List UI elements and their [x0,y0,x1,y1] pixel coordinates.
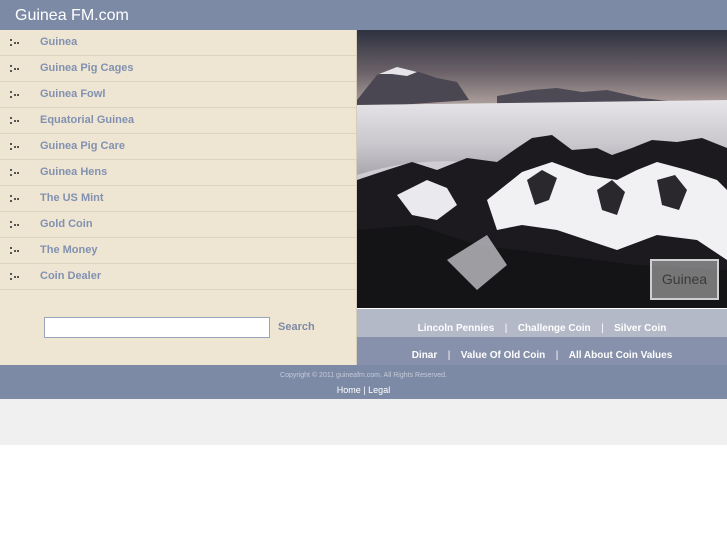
bullet-icon [10,246,20,256]
links-row-1: Lincoln Pennies | Challenge Coin | Silve… [357,309,727,337]
nav-item-guinea-pig-cages[interactable]: Guinea Pig Cages [0,56,356,82]
photo-caption-box[interactable]: Guinea [650,259,719,300]
sidebar: Guinea Guinea Pig Cages Guinea Fowl Equa… [0,30,357,365]
footer-separator: | [363,385,366,395]
footer-links: Home | Legal [0,385,727,395]
copyright-text: Copyright © 2011 guineafm.com. All Right… [280,372,447,379]
bullet-icon [10,272,20,282]
nav-item-the-us-mint[interactable]: The US Mint [0,186,356,212]
nav-item-equatorial-guinea[interactable]: Equatorial Guinea [0,108,356,134]
site-footer: Copyright © 2011 guineafm.com. All Right… [0,365,727,399]
link-lincoln-pennies[interactable]: Lincoln Pennies [418,323,495,334]
nav-item-gold-coin[interactable]: Gold Coin [0,212,356,238]
nav-item-label[interactable]: Guinea Pig Care [40,140,125,152]
bullet-icon [10,116,20,126]
links-row-2: Dinar | Value Of Old Coin | All About Co… [357,337,727,365]
nav-item-label[interactable]: The Money [40,244,97,256]
bullet-icon [10,90,20,100]
link-separator: | [504,323,508,334]
bullet-icon [10,168,20,178]
search-button[interactable]: Search [278,321,315,333]
link-separator: | [601,323,604,334]
link-challenge-coin[interactable]: Challenge Coin [518,323,591,334]
nav-item-label[interactable]: Guinea Hens [40,166,107,178]
nav-item-label[interactable]: Guinea Pig Cages [40,62,134,74]
search-input[interactable] [44,317,270,338]
nav-item-guinea[interactable]: Guinea [0,30,356,56]
nav-item-the-money[interactable]: The Money [0,238,356,264]
link-silver-coin[interactable]: Silver Coin [614,323,666,334]
nav-item-guinea-pig-care[interactable]: Guinea Pig Care [0,134,356,160]
nav-item-guinea-fowl[interactable]: Guinea Fowl [0,82,356,108]
nav-item-label[interactable]: Guinea Fowl [40,88,105,100]
nav-item-guinea-hens[interactable]: Guinea Hens [0,160,356,186]
bullet-icon [10,220,20,230]
nav-item-label[interactable]: Coin Dealer [40,270,101,282]
link-all-about-coin-values[interactable]: All About Coin Values [569,350,673,361]
link-dinar[interactable]: Dinar [412,350,438,361]
site-title[interactable]: Guinea FM.com [15,7,129,25]
footer-home-link[interactable]: Home [337,385,361,395]
hero-photo: Guinea [357,30,727,308]
bullet-icon [10,38,20,48]
nav-item-label[interactable]: The US Mint [40,192,104,204]
nav-item-coin-dealer[interactable]: Coin Dealer [0,264,356,290]
nav-item-label[interactable]: Guinea [40,36,77,48]
nav-item-label[interactable]: Equatorial Guinea [40,114,134,126]
link-separator: | [555,350,559,361]
link-value-of-old-coin[interactable]: Value Of Old Coin [461,350,545,361]
bullet-icon [10,64,20,74]
nav-item-label[interactable]: Gold Coin [40,218,93,230]
bullet-icon [10,142,20,152]
footer-legal-link[interactable]: Legal [368,385,390,395]
bottom-band [0,399,727,445]
link-separator: | [447,350,451,361]
site-header: Guinea FM.com [0,0,727,30]
photo-caption: Guinea [661,271,708,287]
bullet-icon [10,194,20,204]
